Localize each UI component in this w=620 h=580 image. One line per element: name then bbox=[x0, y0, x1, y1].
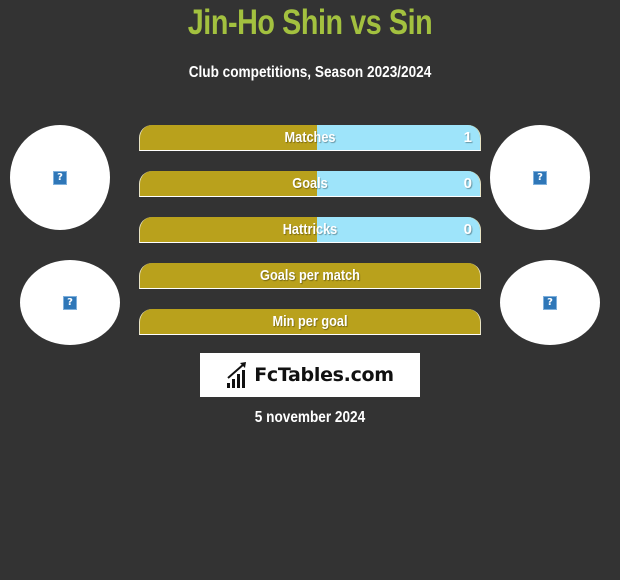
stat-label: Hattricks bbox=[282, 221, 338, 238]
stat-row-goals: Goals 0 bbox=[139, 171, 481, 197]
team-left-logo: ? bbox=[20, 260, 120, 345]
bar-chart-icon bbox=[227, 362, 247, 388]
page-title: Jin-Ho Shin vs Sin bbox=[187, 3, 433, 42]
broken-image-icon: ? bbox=[543, 295, 557, 310]
broken-image-icon: ? bbox=[53, 170, 67, 185]
stat-row-matches: Matches 1 bbox=[139, 125, 481, 151]
stat-label: Matches bbox=[284, 129, 336, 146]
stat-label: Min per goal bbox=[272, 313, 348, 330]
broken-image-icon: ? bbox=[533, 170, 547, 185]
logo-text: FcTables.com bbox=[254, 364, 394, 386]
stat-label: Goals bbox=[292, 175, 328, 192]
fctables-logo[interactable]: FcTables.com bbox=[200, 353, 420, 397]
competition-subtitle: Club competitions, Season 2023/2024 bbox=[188, 64, 432, 81]
team-right-logo: ? bbox=[500, 260, 600, 345]
stat-row-min-per-goal: Min per goal bbox=[139, 309, 481, 335]
stat-right-value: 0 bbox=[463, 175, 472, 192]
stat-row-goals-per-match: Goals per match bbox=[139, 263, 481, 289]
stat-row-hattricks: Hattricks 0 bbox=[139, 217, 481, 243]
player-right-photo: ? bbox=[490, 125, 590, 230]
report-date: 5 november 2024 bbox=[254, 409, 366, 426]
broken-image-icon: ? bbox=[63, 295, 77, 310]
player-left-photo: ? bbox=[10, 125, 110, 230]
stat-label: Goals per match bbox=[260, 267, 360, 284]
stat-right-value: 1 bbox=[463, 129, 472, 146]
stat-right-value: 0 bbox=[463, 221, 472, 238]
